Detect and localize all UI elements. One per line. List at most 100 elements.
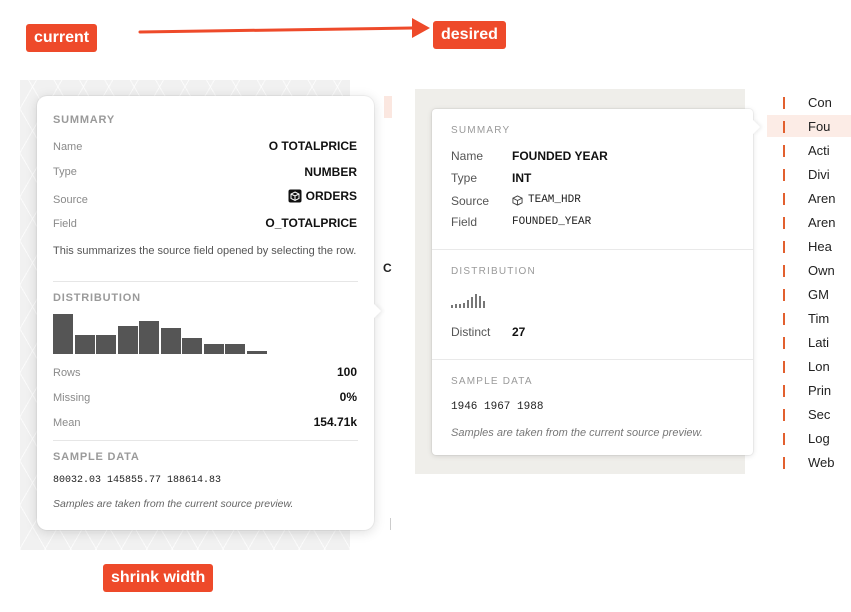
sample-note: Samples are taken from the current sourc… <box>53 498 294 510</box>
current-summary-popover: SUMMARY Name O TOTALPRICE Type NUMBER So… <box>37 96 382 530</box>
histogram-bar <box>96 335 116 354</box>
cube-icon <box>288 189 302 203</box>
histogram-bar <box>53 314 73 354</box>
summary-heading: SUMMARY <box>53 114 116 126</box>
field-list-label: Log <box>808 431 830 446</box>
field-list-item[interactable]: Web <box>767 451 851 473</box>
field-list-label: GM <box>808 287 829 302</box>
type-label: Type <box>451 171 478 185</box>
field-list-label: Aren <box>808 215 836 230</box>
histogram-bar <box>203 344 224 354</box>
sample-values: 80032.03 145855.77 188614.83 <box>53 475 222 486</box>
name-value: FOUNDED YEAR <box>512 149 608 163</box>
mean-label: Mean <box>53 417 81 429</box>
field-list-item[interactable]: Own <box>767 259 851 281</box>
field-list-label: Tim <box>808 311 830 326</box>
field-list-label: Sec <box>808 407 831 422</box>
field-marker <box>783 217 785 229</box>
field-list-item[interactable]: Con <box>767 91 851 113</box>
type-value: INT <box>512 171 532 185</box>
histogram-bar <box>246 351 267 354</box>
field-label: Field <box>451 215 478 229</box>
sample-data-heading: SAMPLE DATA <box>451 376 533 387</box>
field-list-item[interactable]: Acti <box>767 139 851 161</box>
distribution-heading: DISTRIBUTION <box>451 266 536 277</box>
desired-summary-popover: SUMMARY Name FOUNDED YEAR Type INT Sourc… <box>432 109 761 455</box>
name-label: Name <box>451 149 484 163</box>
field-marker <box>783 433 785 445</box>
divider <box>53 440 358 441</box>
field-list-label: Hea <box>808 239 832 254</box>
sparkline-bar <box>451 305 453 308</box>
sparkline-bar <box>483 301 485 308</box>
field-marker <box>783 169 785 181</box>
field-list-item[interactable]: Prin <box>767 379 851 401</box>
sparkline-bar <box>459 304 461 308</box>
divider <box>432 249 753 250</box>
field-marker <box>783 385 785 397</box>
field-list-label: Con <box>808 95 832 110</box>
histogram-bar <box>117 326 138 354</box>
distinct-value: 27 <box>512 325 526 339</box>
field-list: Con Fou Acti Divi Aren Aren Hea Own GM Tim Lati Lon… <box>767 89 851 474</box>
field-value: O_TOTALPRICE <box>265 216 357 230</box>
field-list-item[interactable]: Aren <box>767 211 851 233</box>
rows-label: Rows <box>53 367 81 379</box>
histogram-bar <box>74 335 95 354</box>
field-list-label: Web <box>808 455 835 470</box>
field-list-item[interactable]: Sec <box>767 403 851 425</box>
sparkline-bar <box>463 303 465 308</box>
source-value-group: ORDERS <box>288 189 357 203</box>
sparkline-bar <box>455 304 457 308</box>
field-marker <box>783 361 785 373</box>
field-marker <box>783 193 785 205</box>
distribution-heading: DISTRIBUTION <box>53 292 141 304</box>
field-marker <box>783 121 785 133</box>
divider <box>432 359 753 360</box>
source-label: Source <box>451 194 490 208</box>
missing-label: Missing <box>53 392 91 404</box>
field-marker <box>783 241 785 253</box>
source-value: ORDERS <box>305 189 357 203</box>
field-list-item[interactable]: Lon <box>767 355 851 377</box>
divider <box>53 281 358 282</box>
rows-value: 100 <box>336 365 357 379</box>
summary-description: This summarizes the source field opened … <box>53 245 357 257</box>
field-list-label: Lati <box>808 335 829 350</box>
edge-text: C <box>383 261 392 275</box>
field-list-item[interactable]: Aren <box>767 187 851 209</box>
field-marker <box>783 265 785 277</box>
field-list-label: Acti <box>808 143 830 158</box>
missing-value: 0% <box>339 390 357 404</box>
field-list-label: Own <box>808 263 835 278</box>
row-highlight <box>384 96 392 118</box>
source-value: TEAM_HDR <box>528 194 581 206</box>
field-list-item[interactable]: Log <box>767 427 851 449</box>
type-label: Type <box>53 166 77 178</box>
field-list-item[interactable]: Lati <box>767 331 851 353</box>
field-marker <box>783 145 785 157</box>
field-list-item[interactable]: Tim <box>767 307 851 329</box>
field-marker <box>783 289 785 301</box>
sparkline-bar <box>479 296 481 308</box>
name-value: O TOTALPRICE <box>268 139 357 153</box>
top-arrow-shaft <box>138 26 414 34</box>
sparkline-bar <box>475 294 477 308</box>
histogram-bar <box>182 338 202 354</box>
sample-note: Samples are taken from the current sourc… <box>451 427 703 439</box>
field-list-label: Prin <box>808 383 832 398</box>
field-list-item[interactable]: Fou <box>767 115 851 137</box>
sample-values: 1946 1967 1988 <box>451 401 544 413</box>
source-label: Source <box>53 194 88 206</box>
source-value-group: TEAM_HDR <box>512 194 581 206</box>
type-value: NUMBER <box>304 165 357 179</box>
field-list-label: Aren <box>808 191 836 206</box>
field-marker <box>783 337 785 349</box>
field-list-item[interactable]: GM <box>767 283 851 305</box>
field-marker <box>783 97 785 109</box>
histogram-bar <box>160 328 181 354</box>
sample-data-heading: SAMPLE DATA <box>53 451 140 463</box>
field-list-item[interactable]: Hea <box>767 235 851 257</box>
distinct-label: Distinct <box>451 325 491 339</box>
field-list-item[interactable]: Divi <box>767 163 851 185</box>
